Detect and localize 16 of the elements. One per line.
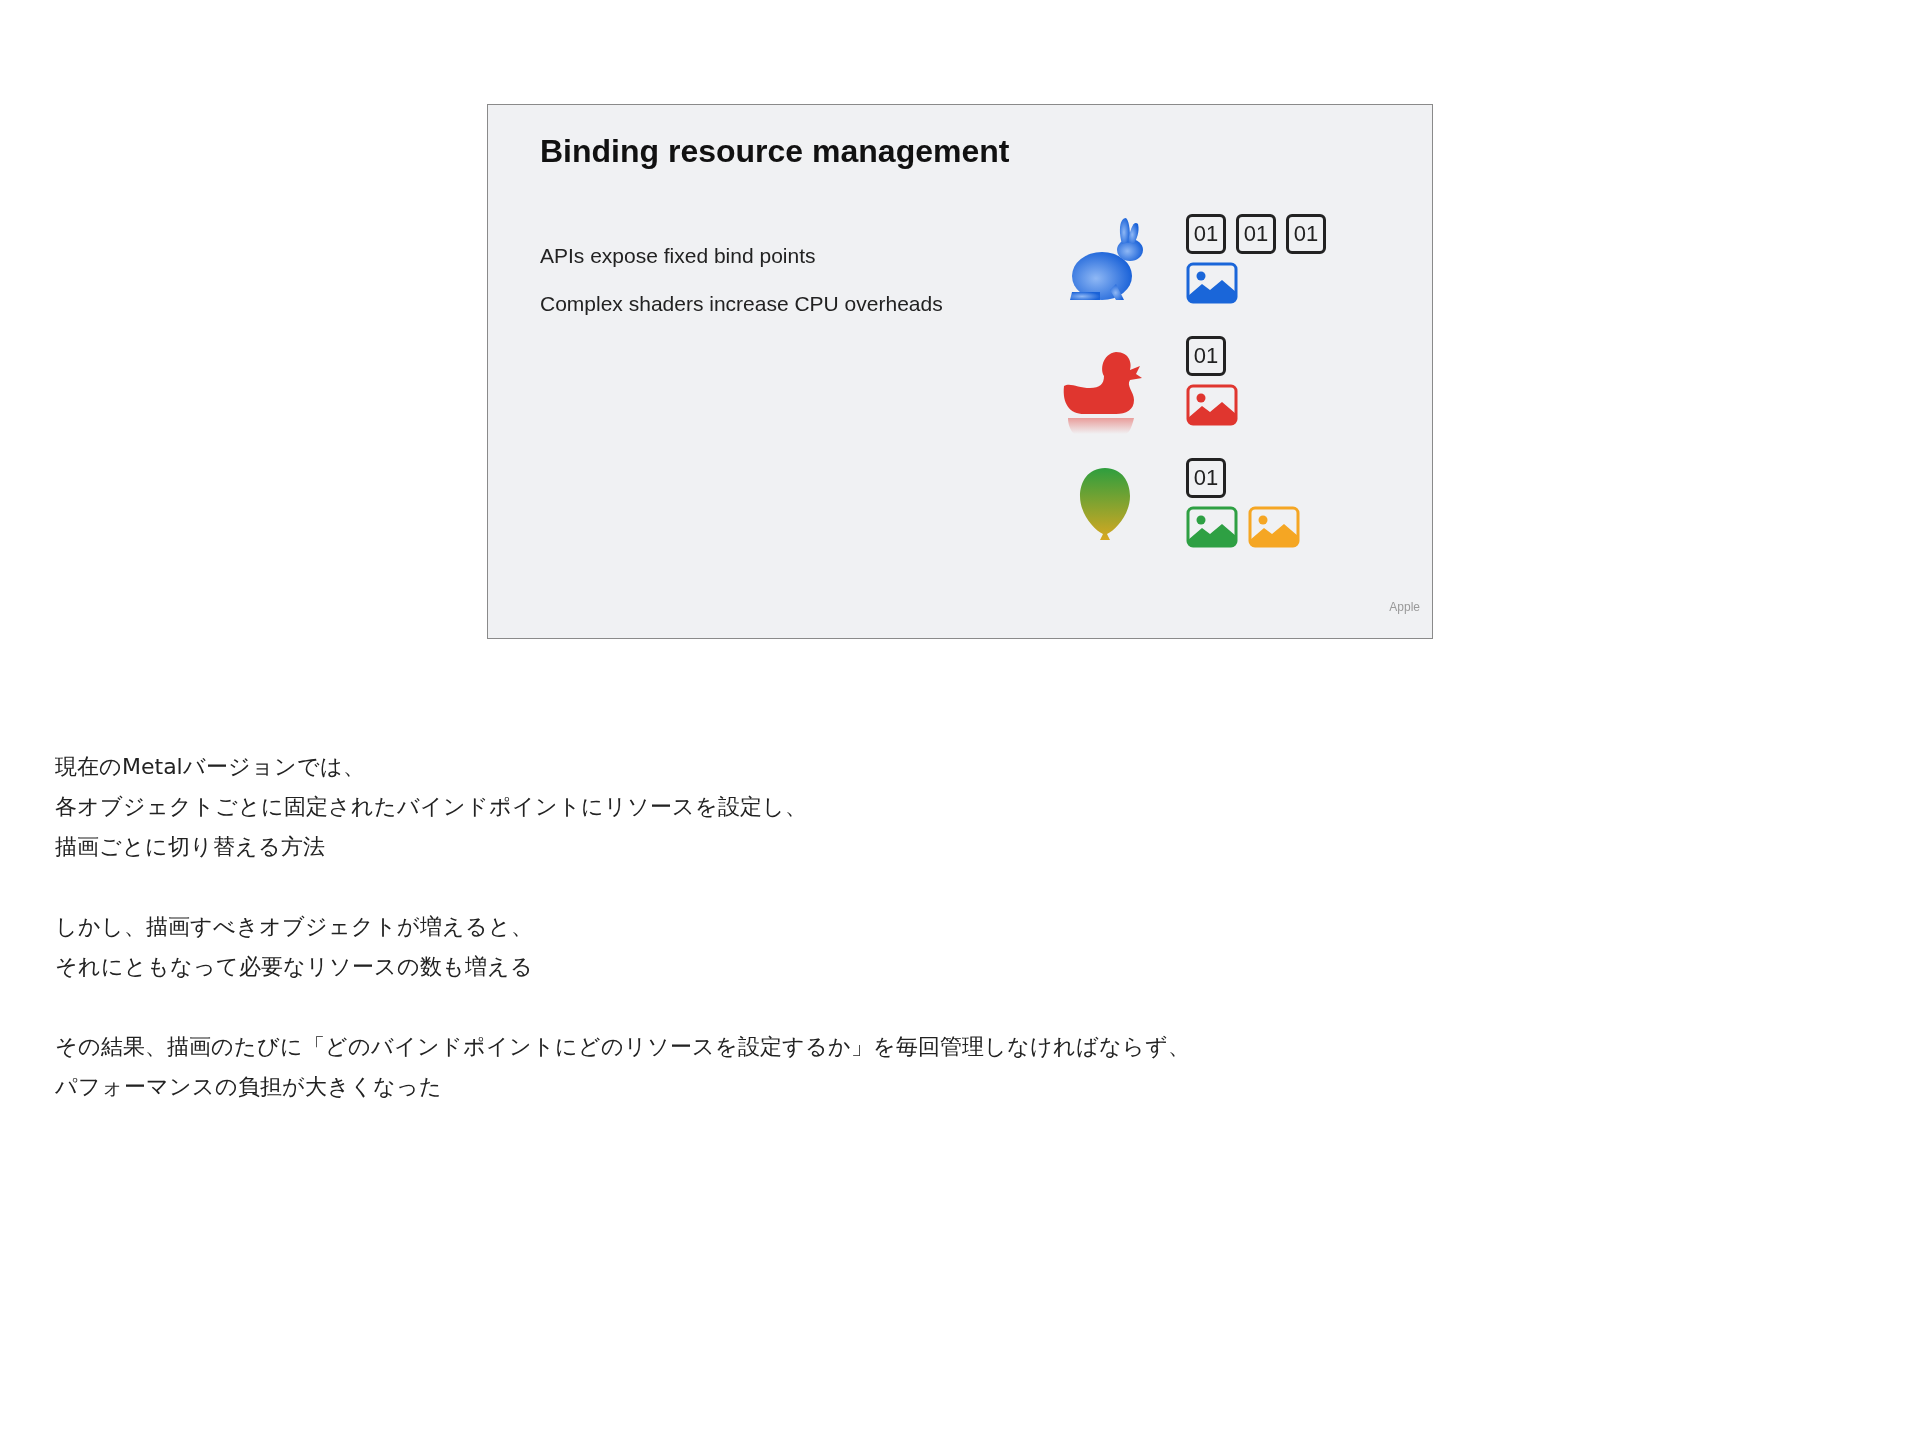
buffer-tile: 01 bbox=[1186, 336, 1226, 376]
slide-title: Binding resource management bbox=[540, 133, 1011, 170]
buffer-tile: 01 bbox=[1186, 458, 1226, 498]
credit-text: Apple bbox=[1389, 600, 1420, 614]
buffer-tile: 01 bbox=[1236, 214, 1276, 254]
note-line: パフォーマンスの負担が大きくなった bbox=[55, 1073, 443, 1101]
bullet-text: Complex shaders increase CPU overheads bbox=[540, 292, 944, 316]
note-line: 現在のMetalバージョンでは、 bbox=[55, 753, 366, 781]
note-line: 各オブジェクトごとに固定されたバインドポイントにリソースを設定し、 bbox=[55, 793, 808, 821]
note-line: 描画ごとに切り替える方法 bbox=[55, 833, 326, 861]
bullet-text: APIs expose fixed bind points bbox=[540, 244, 817, 268]
note-line: それにともなって必要なリソースの数も増える bbox=[55, 953, 534, 981]
note-line: しかし、描画すべきオブジェクトが増えると、 bbox=[55, 913, 534, 941]
note-line: その結果、描画のたびに「どのバインドポイントにどのリソースを設定するか」を毎回管理しなければならず、 bbox=[55, 1033, 1191, 1061]
buffer-tile: 01 bbox=[1286, 214, 1326, 254]
buffer-tile: 01 bbox=[1186, 214, 1226, 254]
